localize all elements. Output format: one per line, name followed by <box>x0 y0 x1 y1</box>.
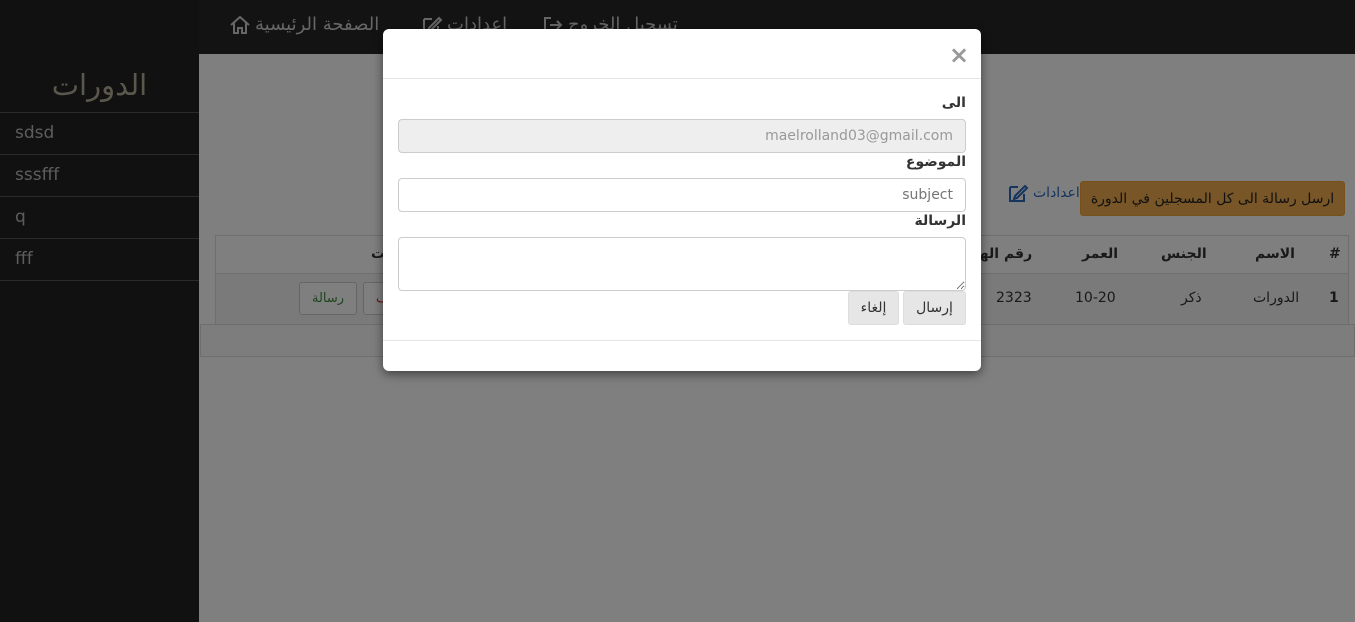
modal-body: الى الموضوع الرسالة إرسال إلغاء <box>383 79 981 341</box>
send-button[interactable]: إرسال <box>903 291 966 325</box>
subject-label: الموضوع <box>905 154 966 170</box>
message-label: الرسالة <box>914 213 966 229</box>
to-field[interactable] <box>398 119 966 153</box>
message-textarea[interactable] <box>398 237 966 291</box>
cancel-button[interactable]: إلغاء <box>848 291 899 325</box>
modal-header: × <box>383 29 981 79</box>
to-label: الى <box>941 95 966 111</box>
send-message-modal: × الى الموضوع الرسالة إرسال إلغاء <box>383 29 981 371</box>
close-icon[interactable]: × <box>949 41 969 69</box>
subject-input[interactable] <box>398 178 966 212</box>
